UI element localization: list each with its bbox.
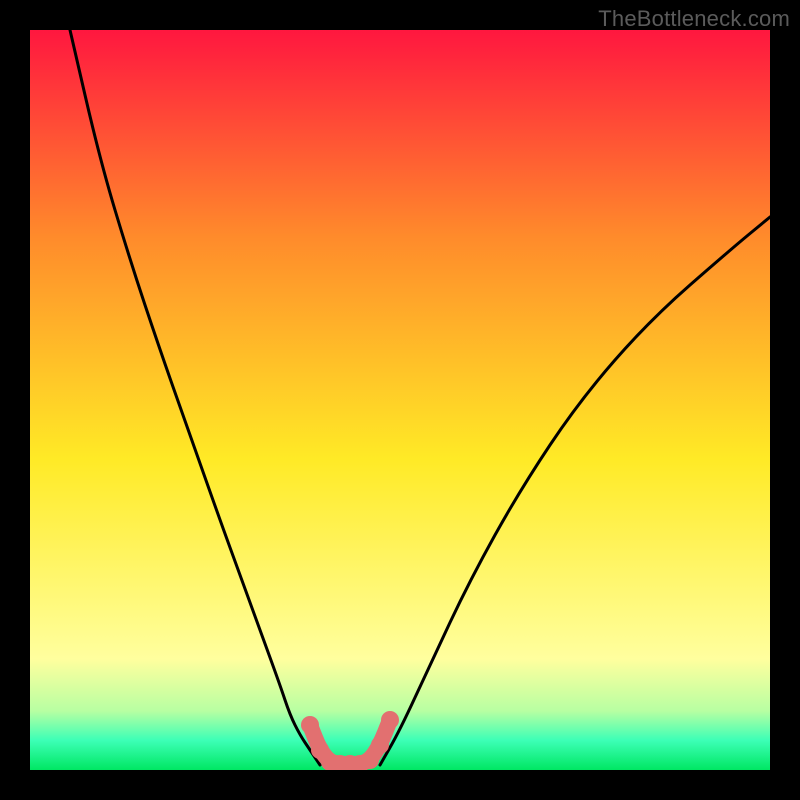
watermark-label: TheBottleneck.com [598, 6, 790, 32]
plot-area [30, 30, 770, 770]
chart-frame: TheBottleneck.com [0, 0, 800, 800]
left-curve [70, 30, 320, 765]
right-curve [380, 217, 770, 765]
curves-layer [30, 30, 770, 770]
